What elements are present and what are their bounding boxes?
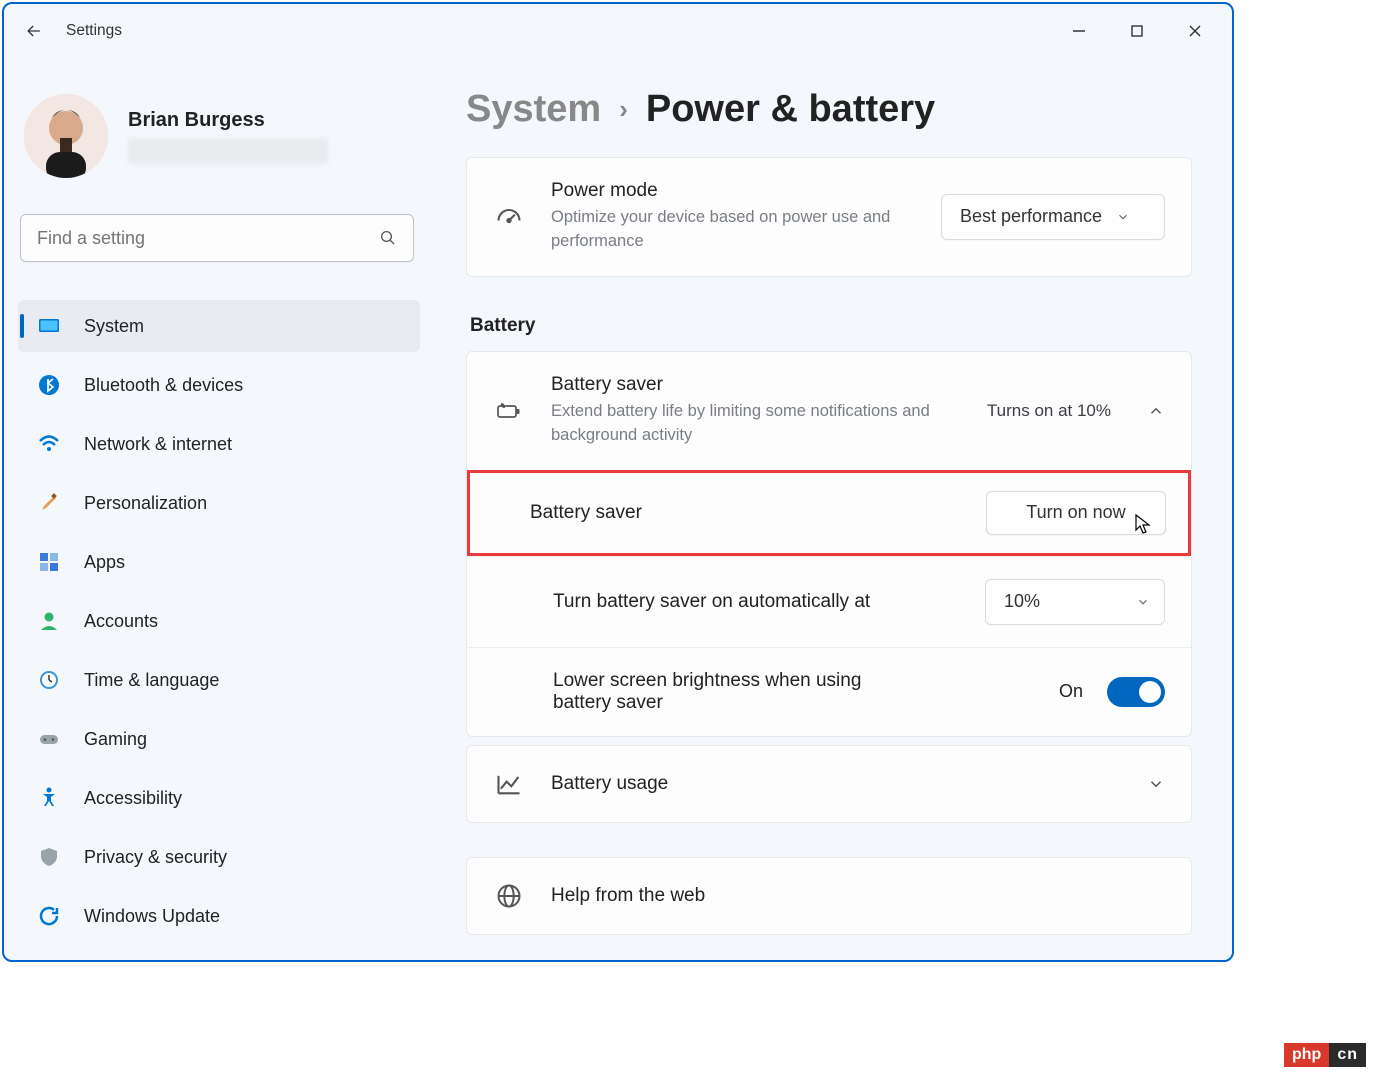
sidebar-item-system[interactable]: System [18, 300, 420, 352]
close-button[interactable] [1166, 9, 1224, 53]
sidebar-item-label: Apps [84, 552, 125, 573]
search-box[interactable] [20, 214, 414, 262]
gauge-icon [493, 201, 525, 233]
chevron-down-icon [1116, 210, 1130, 224]
auto-on-select[interactable]: 10% [985, 579, 1165, 625]
sidebar-item-label: Network & internet [84, 434, 232, 455]
watermark-b: cn [1329, 1043, 1366, 1067]
minimize-button[interactable] [1050, 9, 1108, 53]
search-icon [379, 229, 397, 247]
search-input[interactable] [37, 228, 379, 249]
cursor-icon [1133, 513, 1153, 540]
brush-icon [36, 490, 62, 516]
help-card[interactable]: Help from the web [466, 857, 1192, 935]
brightness-toggle[interactable] [1107, 677, 1165, 707]
content: System › Power & battery Power mode Opti… [434, 58, 1232, 960]
help-title: Help from the web [551, 885, 1165, 907]
sidebar-item-network[interactable]: Network & internet [18, 418, 420, 470]
gamepad-icon [36, 726, 62, 752]
clock-icon [36, 667, 62, 693]
sidebar-item-privacy[interactable]: Privacy & security [18, 831, 420, 883]
power-mode-title: Power mode [551, 180, 915, 202]
display-icon [36, 313, 62, 339]
watermark-a: php [1284, 1043, 1329, 1067]
maximize-button[interactable] [1108, 9, 1166, 53]
brightness-row: Lower screen brightness when using batte… [467, 647, 1191, 736]
settings-window: Settings Brian Burgess [2, 2, 1234, 962]
avatar [24, 94, 108, 178]
sidebar-item-update[interactable]: Windows Update [18, 890, 420, 942]
accessibility-icon [36, 785, 62, 811]
sidebar-item-label: Time & language [84, 670, 219, 691]
sidebar-item-label: Privacy & security [84, 847, 227, 868]
apps-icon [36, 549, 62, 575]
sidebar-item-personalization[interactable]: Personalization [18, 477, 420, 529]
battery-section-heading: Battery [470, 315, 1192, 337]
chevron-down-icon [1147, 775, 1165, 793]
sidebar-item-label: Personalization [84, 493, 207, 514]
watermark: php cn [1284, 1043, 1366, 1067]
wifi-icon [36, 431, 62, 457]
back-button[interactable] [12, 9, 56, 53]
brightness-title: Lower screen brightness when using batte… [553, 670, 893, 714]
chevron-down-icon [1136, 595, 1150, 609]
bluetooth-icon [36, 372, 62, 398]
person-icon [36, 608, 62, 634]
auto-on-row: Turn battery saver on automatically at 1… [467, 556, 1191, 647]
chevron-up-icon [1147, 402, 1165, 420]
battery-saver-card: Battery saver Extend battery life by lim… [466, 351, 1192, 737]
turn-on-now-label: Turn on now [1026, 502, 1125, 523]
power-mode-value: Best performance [960, 206, 1102, 227]
update-icon [36, 903, 62, 929]
battery-leaf-icon [493, 395, 525, 427]
battery-usage-title: Battery usage [551, 773, 1103, 795]
chevron-right-icon: › [619, 94, 628, 125]
sidebar-item-bluetooth[interactable]: Bluetooth & devices [18, 359, 420, 411]
user-name: Brian Burgess [128, 109, 328, 132]
sidebar-item-accessibility[interactable]: Accessibility [18, 772, 420, 824]
battery-saver-row-title: Battery saver [530, 502, 960, 524]
user-email-blurred [128, 138, 328, 164]
breadcrumb-current: Power & battery [646, 88, 935, 131]
sidebar-item-accounts[interactable]: Accounts [18, 595, 420, 647]
chart-line-icon [493, 768, 525, 800]
sidebar-item-gaming[interactable]: Gaming [18, 713, 420, 765]
power-mode-subtitle: Optimize your device based on power use … [551, 206, 915, 254]
sidebar-item-label: Gaming [84, 729, 147, 750]
app-title: Settings [66, 22, 122, 40]
battery-saver-title: Battery saver [551, 374, 961, 396]
auto-on-title: Turn battery saver on automatically at [553, 591, 959, 613]
sidebar-item-apps[interactable]: Apps [18, 536, 420, 588]
turn-on-now-button[interactable]: Turn on now [986, 491, 1166, 535]
nav: System Bluetooth & devices Network & int… [18, 300, 420, 942]
window-controls [1050, 9, 1224, 53]
sidebar-item-label: System [84, 316, 144, 337]
user-block[interactable]: Brian Burgess [18, 72, 420, 214]
battery-saver-status: Turns on at 10% [987, 401, 1111, 421]
sidebar-item-label: Windows Update [84, 906, 220, 927]
power-mode-select[interactable]: Best performance [941, 194, 1165, 240]
battery-saver-subtitle: Extend battery life by limiting some not… [551, 400, 961, 448]
battery-usage-card[interactable]: Battery usage [466, 745, 1192, 823]
sidebar-item-label: Accessibility [84, 788, 182, 809]
battery-saver-header-row[interactable]: Battery saver Extend battery life by lim… [467, 352, 1191, 470]
sidebar-item-label: Bluetooth & devices [84, 375, 243, 396]
breadcrumb-parent[interactable]: System [466, 88, 601, 131]
auto-on-value: 10% [1004, 591, 1040, 612]
sidebar: Brian Burgess System Bluetooth & devices [4, 58, 434, 960]
breadcrumb: System › Power & battery [466, 88, 1192, 131]
power-mode-card: Power mode Optimize your device based on… [466, 157, 1192, 277]
sidebar-item-label: Accounts [84, 611, 158, 632]
titlebar: Settings [4, 4, 1232, 58]
shield-icon [36, 844, 62, 870]
sidebar-item-time[interactable]: Time & language [18, 654, 420, 706]
brightness-toggle-label: On [1059, 681, 1083, 702]
globe-icon [493, 880, 525, 912]
battery-saver-toggle-row: Battery saver Turn on now [467, 470, 1191, 556]
